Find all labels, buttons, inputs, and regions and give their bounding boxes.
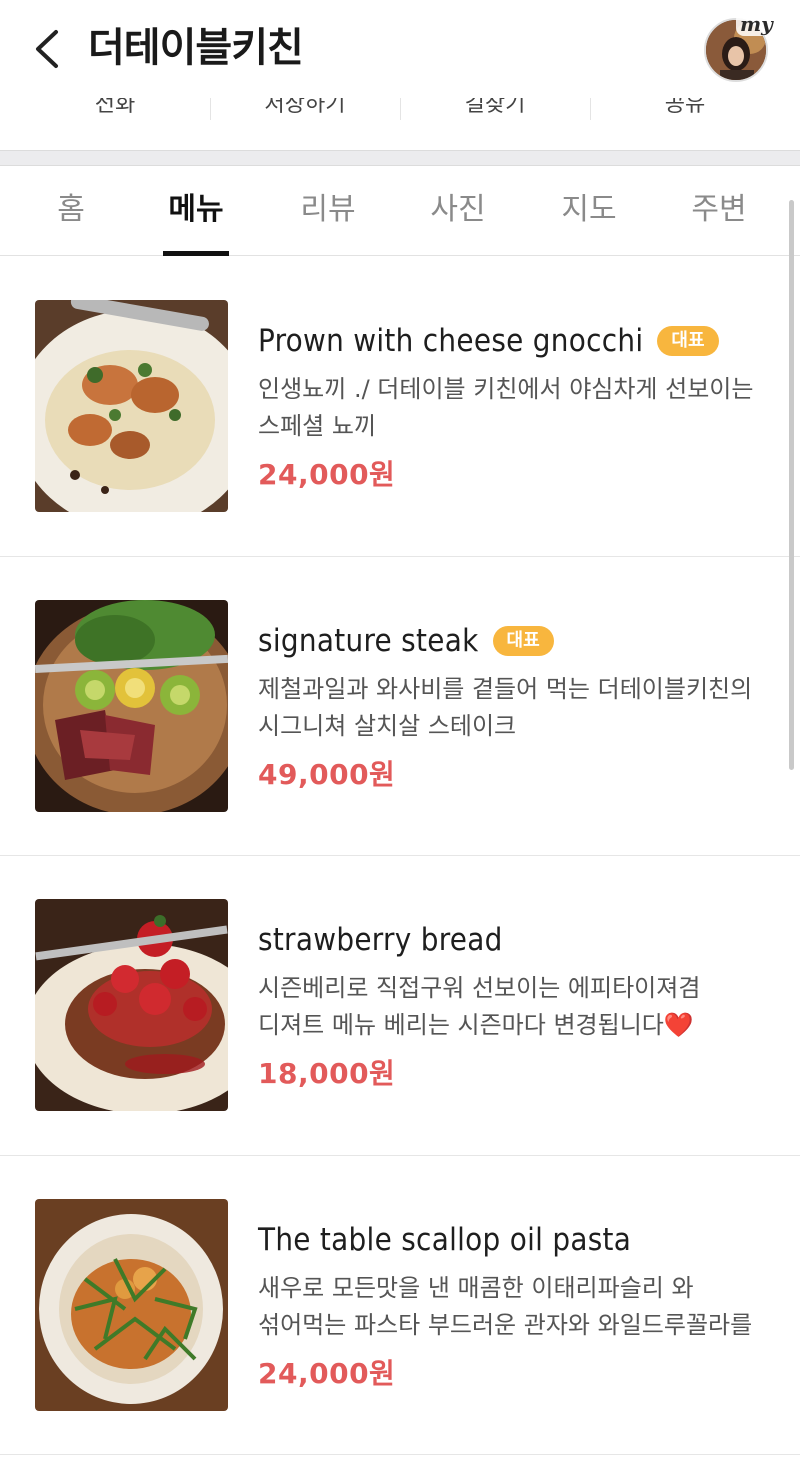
menu-item-description: 시즌베리로 직접구워 선보이는 에피타이져겸 디져트 메뉴 베리는 시즌마다 변… bbox=[258, 974, 701, 1039]
menu-item-price: 49,000원 bbox=[258, 757, 396, 791]
menu-list: Prown with cheese gnocchi 대표 인생뇨끼 ./ 더테이… bbox=[0, 257, 800, 1455]
save-button[interactable]: 저장하기 bbox=[210, 98, 400, 120]
menu-item-name: strawberry bread bbox=[258, 922, 503, 958]
scrollbar[interactable] bbox=[789, 200, 794, 770]
menu-item-photo[interactable] bbox=[35, 899, 228, 1111]
menu-item-description: 인생뇨끼 ./ 더테이블 키친에서 야심차게 선보이는 스페셜 뇨끼 bbox=[258, 375, 754, 440]
menu-item-photo[interactable] bbox=[35, 1198, 228, 1411]
menu-item[interactable]: signature steak 대표 제철과일과 와사비를 곁들어 먹는 더테이… bbox=[0, 557, 800, 856]
directions-button[interactable]: 길찾기 bbox=[400, 98, 590, 120]
action-bar: 전화 저장하기 길찾기 공유 bbox=[0, 98, 800, 150]
call-button[interactable]: 전화 bbox=[20, 98, 210, 120]
menu-item-description: 새우로 모든맛을 낸 매콤한 이태리파슬리 와 섞어먹는 파스타 부드러운 관자… bbox=[258, 1273, 753, 1339]
menu-item[interactable]: Prown with cheese gnocchi 대표 인생뇨끼 ./ 더테이… bbox=[0, 257, 800, 557]
menu-item[interactable]: strawberry bread 시즌베리로 직접구워 선보이는 에피타이져겸 … bbox=[0, 856, 800, 1156]
menu-item-header: signature steak 대표 bbox=[258, 619, 554, 663]
tab-map[interactable]: 지도 bbox=[524, 166, 654, 256]
tab-menu[interactable]: 메뉴 bbox=[131, 166, 261, 256]
tab-review[interactable]: 리뷰 bbox=[263, 166, 393, 256]
app-header: 더테이블키친 my bbox=[0, 0, 800, 98]
section-gap bbox=[0, 150, 800, 166]
menu-item-photo[interactable] bbox=[35, 599, 228, 812]
tab-bar: 홈 메뉴 리뷰 사진 지도 주변 bbox=[0, 166, 800, 256]
menu-item-header: The table scallop oil pasta bbox=[258, 1218, 631, 1262]
menu-item-name: The table scallop oil pasta bbox=[258, 1221, 632, 1258]
active-tab-indicator bbox=[163, 251, 229, 256]
menu-item-name: Prown with cheese gnocchi bbox=[258, 323, 644, 359]
signature-badge: 대표 bbox=[657, 326, 719, 356]
tab-nearby[interactable]: 주변 bbox=[654, 166, 784, 256]
menu-item-price: 18,000원 bbox=[258, 1057, 396, 1090]
page-title: 더테이블키친 bbox=[88, 25, 304, 71]
menu-item[interactable]: The table scallop oil pasta 새우로 모든맛을 낸 매… bbox=[0, 1156, 800, 1455]
menu-item-photo[interactable] bbox=[35, 300, 228, 512]
menu-item-header: Prown with cheese gnocchi 대표 bbox=[258, 319, 719, 363]
tab-photo[interactable]: 사진 bbox=[393, 166, 523, 256]
menu-item-price: 24,000원 bbox=[258, 1356, 396, 1390]
signature-badge: 대표 bbox=[492, 625, 554, 656]
back-button[interactable] bbox=[28, 24, 68, 74]
chevron-left-icon bbox=[36, 30, 58, 68]
my-badge[interactable]: my bbox=[736, 12, 777, 36]
menu-item-name: signature steak bbox=[258, 622, 479, 659]
share-button[interactable]: 공유 bbox=[590, 98, 780, 120]
menu-item-header: strawberry bread bbox=[258, 918, 503, 962]
menu-item-price: 24,000원 bbox=[258, 458, 396, 491]
tab-home[interactable]: 홈 bbox=[6, 166, 136, 256]
menu-item-description: 제철과일과 와사비를 곁들어 먹는 더테이블키친의 시그니쳐 살치살 스테이크 bbox=[258, 674, 753, 740]
